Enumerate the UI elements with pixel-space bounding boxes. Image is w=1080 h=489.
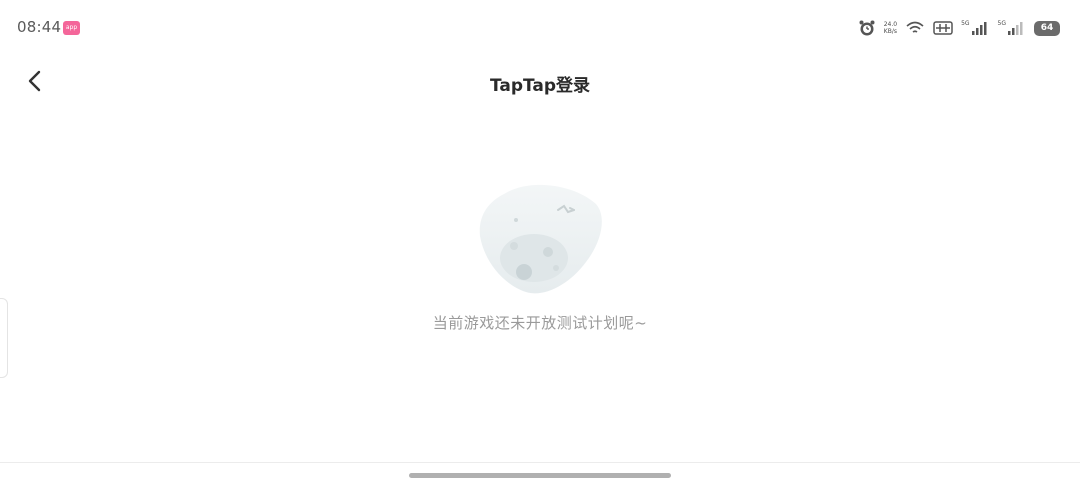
- nav-bar: TapTap登录: [0, 56, 1080, 108]
- wifi-icon: [905, 20, 925, 36]
- status-time: 08:44: [17, 18, 62, 36]
- network-speed-value: 24.0: [883, 21, 898, 28]
- network-speed-unit: KB/s: [883, 28, 897, 35]
- alarm-icon: [858, 19, 876, 37]
- empty-state-message: 当前游戏还未开放测试计划呢~: [432, 314, 648, 332]
- bottom-divider: [0, 462, 1080, 463]
- page-title: TapTap登录: [489, 76, 591, 96]
- side-panel-handle[interactable]: [0, 298, 8, 378]
- signal-icon: 5G: [998, 20, 1026, 36]
- empty-planet-illustration: [474, 180, 606, 300]
- hd-icon: [933, 20, 953, 36]
- signal-icon: 5G: [961, 20, 989, 36]
- sim2-label: 5G: [997, 20, 1006, 27]
- home-indicator[interactable]: [409, 473, 671, 478]
- status-bar: 08:44 app 24.0 KB/s 5G 5G 64: [0, 0, 1080, 56]
- battery-icon: 64: [1034, 20, 1060, 36]
- network-speed: 24.0 KB/s: [884, 21, 897, 35]
- status-icons: 24.0 KB/s 5G 5G 64: [858, 14, 1060, 42]
- sim1-label: 5G: [961, 20, 970, 27]
- notification-badge-icon: app: [63, 21, 80, 35]
- screen: 08:44 app 24.0 KB/s 5G 5G 64 TapTap登录 当前…: [0, 0, 1080, 489]
